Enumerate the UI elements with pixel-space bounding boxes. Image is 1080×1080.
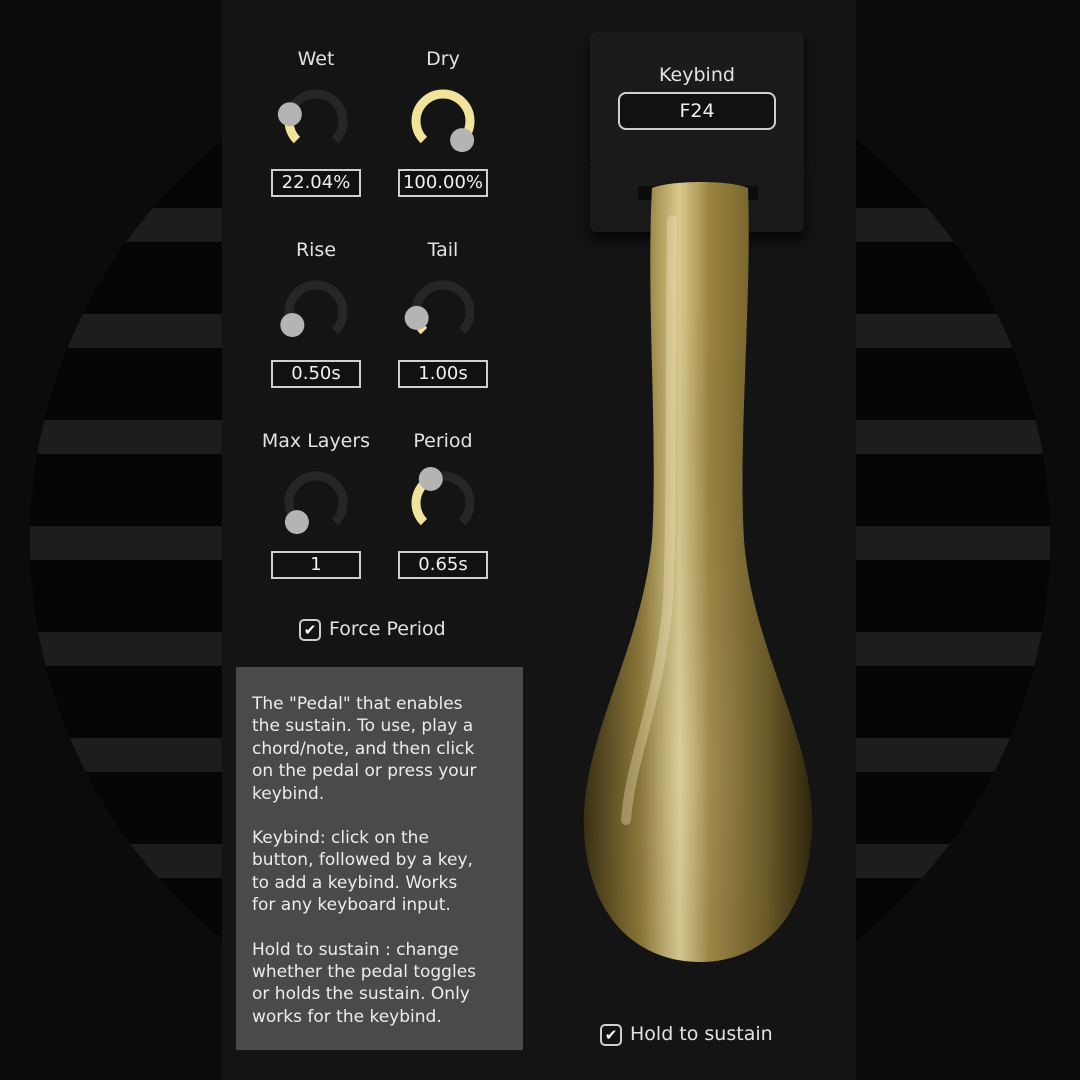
- knob-thumb[interactable]: [404, 305, 429, 330]
- knob-label: Dry: [426, 48, 460, 70]
- dry-value-field[interactable]: 100.00%: [398, 169, 488, 197]
- hold-to-sustain-label: Hold to sustain: [630, 1023, 773, 1045]
- force-period-label: Force Period: [329, 618, 446, 640]
- tail-knob-dial[interactable]: [403, 272, 483, 352]
- wet-knob-dial[interactable]: [276, 81, 356, 161]
- help-pedal-text: The "Pedal" that enables the sustain. To…: [252, 694, 477, 804]
- rise-value-field[interactable]: 0.50s: [271, 360, 361, 388]
- keybind-button[interactable]: F24: [618, 92, 776, 130]
- dry-knob-dial[interactable]: [403, 81, 483, 161]
- knob-thumb[interactable]: [418, 466, 443, 491]
- max-layers-value-field[interactable]: 1: [271, 551, 361, 579]
- knob-period: Period 0.65s: [379, 429, 507, 579]
- keybind-panel: Keybind F24: [590, 32, 804, 170]
- help-keybind-text: Keybind: click on the button, followed b…: [252, 828, 473, 916]
- knob-thumb[interactable]: [280, 313, 305, 338]
- period-knob-dial[interactable]: [403, 463, 483, 543]
- tail-value-field[interactable]: 1.00s: [398, 360, 488, 388]
- knob-dry: Dry 100.00%: [379, 47, 507, 197]
- keybind-label: Keybind: [659, 64, 735, 86]
- sustain-pedal[interactable]: [560, 180, 840, 980]
- hold-to-sustain-toggle[interactable]: ✔ Hold to sustain: [600, 1020, 773, 1048]
- knob-max-layers: Max Layers 1: [252, 429, 380, 579]
- knob-wet: Wet 22.04%: [252, 47, 380, 197]
- wet-value-field[interactable]: 22.04%: [271, 169, 361, 197]
- knob-label: Tail: [427, 239, 459, 261]
- help-hold-text: Hold to sustain : change whether the ped…: [252, 939, 477, 1027]
- max-layers-knob-dial[interactable]: [276, 463, 356, 543]
- rise-knob-dial[interactable]: [276, 272, 356, 352]
- knob-rise: Rise 0.50s: [252, 238, 380, 388]
- knob-thumb[interactable]: [450, 128, 475, 153]
- knob-thumb[interactable]: [284, 510, 309, 535]
- knob-label: Wet: [297, 48, 335, 70]
- knob-label: Period: [413, 430, 473, 452]
- checkmark-icon[interactable]: ✔: [299, 618, 321, 641]
- checkmark-icon[interactable]: ✔: [600, 1023, 622, 1046]
- knob-tail: Tail 1.00s: [379, 238, 507, 388]
- force-period-toggle[interactable]: ✔ Force Period: [299, 615, 446, 643]
- period-value-field[interactable]: 0.65s: [398, 551, 488, 579]
- help-panel: The "Pedal" that enables the sustain. To…: [236, 667, 523, 1050]
- knob-label: Max Layers: [261, 430, 371, 452]
- knob-thumb[interactable]: [277, 102, 302, 127]
- knob-label: Rise: [295, 239, 337, 261]
